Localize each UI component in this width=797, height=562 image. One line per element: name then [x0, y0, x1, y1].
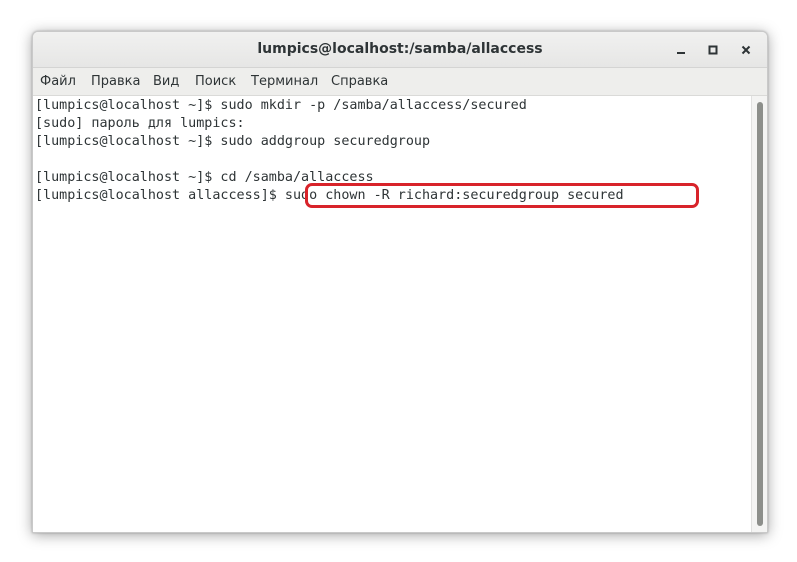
menu-search[interactable]: Поиск [195, 68, 236, 95]
close-button[interactable] [736, 40, 756, 60]
maximize-button[interactable] [703, 40, 723, 60]
menu-edit[interactable]: Правка [91, 68, 140, 95]
vertical-scrollbar[interactable] [751, 96, 767, 532]
maximize-icon [708, 45, 718, 55]
menu-view[interactable]: Вид [153, 68, 179, 95]
window-title: lumpics@localhost:/samba/allaccess [257, 41, 543, 57]
close-icon [741, 45, 751, 55]
terminal-line: [lumpics@localhost ~]$ sudo addgroup sec… [35, 134, 431, 149]
terminal-line: [lumpics@localhost ~]$ sudo mkdir -p /sa… [35, 98, 527, 113]
command-highlight-box [305, 183, 699, 208]
menu-terminal[interactable]: Терминал [251, 68, 318, 95]
terminal-line: [sudo] пароль для lumpics: [35, 116, 245, 131]
terminal-window: lumpics@localhost:/samba/allaccess Файл … [32, 31, 768, 533]
menu-bar: Файл Правка Вид Поиск Терминал Справка [33, 68, 767, 96]
menu-help[interactable]: Справка [331, 68, 388, 95]
minimize-icon [677, 52, 685, 54]
terminal-output[interactable]: [lumpics@localhost ~]$ sudo mkdir -p /sa… [33, 96, 751, 532]
menu-file[interactable]: Файл [40, 68, 76, 95]
minimize-button[interactable] [671, 40, 691, 60]
title-bar[interactable]: lumpics@localhost:/samba/allaccess [33, 32, 767, 68]
scrollbar-thumb[interactable] [757, 102, 763, 526]
